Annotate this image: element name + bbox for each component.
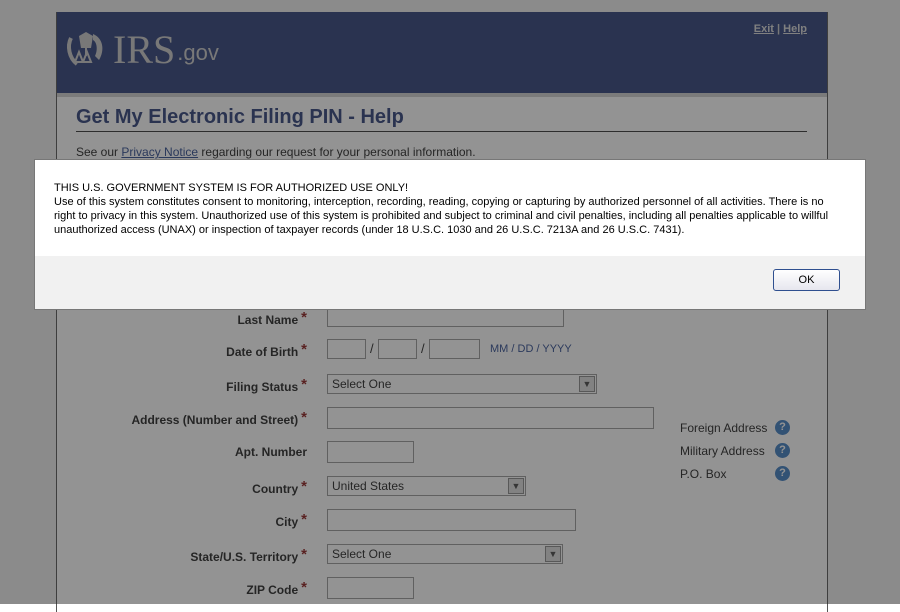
authorized-use-dialog: THIS U.S. GOVERNMENT SYSTEM IS FOR AUTHO…	[34, 159, 866, 310]
dialog-body-text: Use of this system constitutes consent t…	[54, 196, 829, 236]
dialog-body: THIS U.S. GOVERNMENT SYSTEM IS FOR AUTHO…	[35, 160, 865, 257]
dialog-footer: OK	[35, 256, 865, 309]
ok-button[interactable]: OK	[773, 269, 840, 291]
dialog-message: THIS U.S. GOVERNMENT SYSTEM IS FOR AUTHO…	[54, 181, 844, 237]
dialog-heading: THIS U.S. GOVERNMENT SYSTEM IS FOR AUTHO…	[54, 182, 409, 194]
